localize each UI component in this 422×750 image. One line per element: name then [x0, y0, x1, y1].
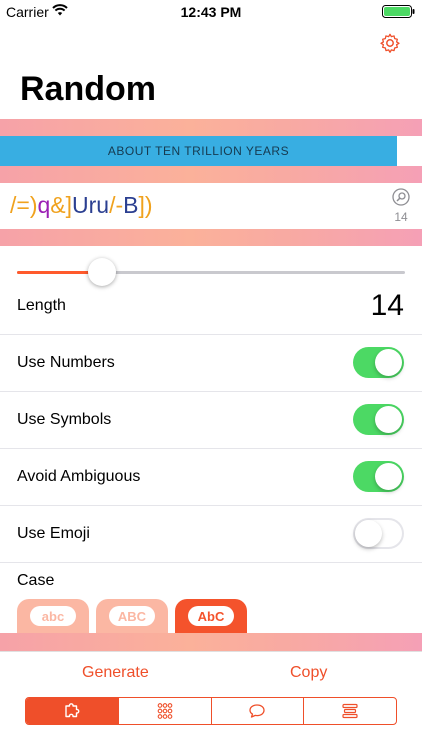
avoid-ambiguous-toggle[interactable]	[353, 461, 404, 492]
password-length-count: 14	[394, 210, 408, 224]
strength-meter: ABOUT TEN TRILLION YEARS	[0, 136, 397, 166]
use-numbers-label: Use Numbers	[17, 354, 115, 371]
strength-label: ABOUT TEN TRILLION YEARS	[107, 144, 290, 158]
length-row: Length 14	[0, 278, 422, 335]
case-option-lower[interactable]: abc	[17, 599, 89, 635]
case-option-text: ABC	[109, 606, 155, 626]
length-value: 14	[370, 289, 404, 322]
toggle-knob	[375, 463, 402, 490]
toggle-knob	[355, 520, 382, 547]
copy-button[interactable]: Copy	[290, 664, 327, 682]
status-bar: Carrier 12:43 PM	[0, 0, 422, 24]
toggle-knob	[375, 406, 402, 433]
text-lines-icon	[342, 703, 358, 719]
gradient-band-lower	[0, 229, 422, 246]
tab-pin[interactable]	[119, 698, 212, 724]
strength-meter-remainder	[397, 136, 422, 166]
password-segment: B	[123, 192, 139, 218]
avoid-ambiguous-row: Avoid Ambiguous	[0, 449, 422, 506]
use-symbols-label: Use Symbols	[17, 411, 112, 428]
use-numbers-row: Use Numbers	[0, 335, 422, 392]
length-label: Length	[17, 297, 66, 314]
grid-dots-icon	[157, 703, 172, 719]
use-emoji-toggle[interactable]	[353, 518, 404, 549]
case-option-upper[interactable]: ABC	[96, 599, 168, 635]
password-text[interactable]: /=)q&]Uru/-B])	[10, 192, 153, 219]
case-label: Case	[17, 572, 55, 589]
password-segment: /=)	[10, 192, 38, 218]
tab-random[interactable]	[26, 698, 119, 724]
password-segment: &]	[50, 192, 73, 218]
clock: 12:43 PM	[180, 4, 242, 20]
magnify-icon[interactable]	[392, 188, 410, 206]
page-title: Random	[20, 70, 156, 108]
gear-icon[interactable]	[379, 32, 401, 54]
gradient-band-mid	[0, 166, 422, 183]
battery-icon	[382, 5, 415, 18]
gradient-band-bottom	[0, 633, 422, 651]
tab-text[interactable]	[304, 698, 396, 724]
case-option-text: abc	[30, 606, 76, 626]
divider	[0, 651, 422, 652]
case-option-text: AbC	[188, 606, 234, 626]
generate-button[interactable]: Generate	[82, 664, 149, 682]
toggle-knob	[375, 349, 402, 376]
tab-phrase[interactable]	[212, 698, 305, 724]
case-option-mixed[interactable]: AbC	[175, 599, 247, 635]
use-emoji-label: Use Emoji	[17, 525, 90, 542]
puzzle-icon	[65, 703, 80, 718]
use-symbols-row: Use Symbols	[0, 392, 422, 449]
use-symbols-toggle[interactable]	[353, 404, 404, 435]
use-emoji-row: Use Emoji	[0, 506, 422, 563]
speech-bubble-icon	[249, 704, 266, 718]
password-segment: Uru	[72, 192, 110, 218]
password-segment: /-	[109, 192, 124, 218]
gradient-band-top	[0, 119, 422, 136]
use-numbers-toggle[interactable]	[353, 347, 404, 378]
password-segment: q	[37, 192, 51, 218]
avoid-ambiguous-label: Avoid Ambiguous	[17, 468, 141, 485]
password-segment: ])	[138, 192, 153, 218]
generator-type-segmented-control	[25, 697, 397, 725]
